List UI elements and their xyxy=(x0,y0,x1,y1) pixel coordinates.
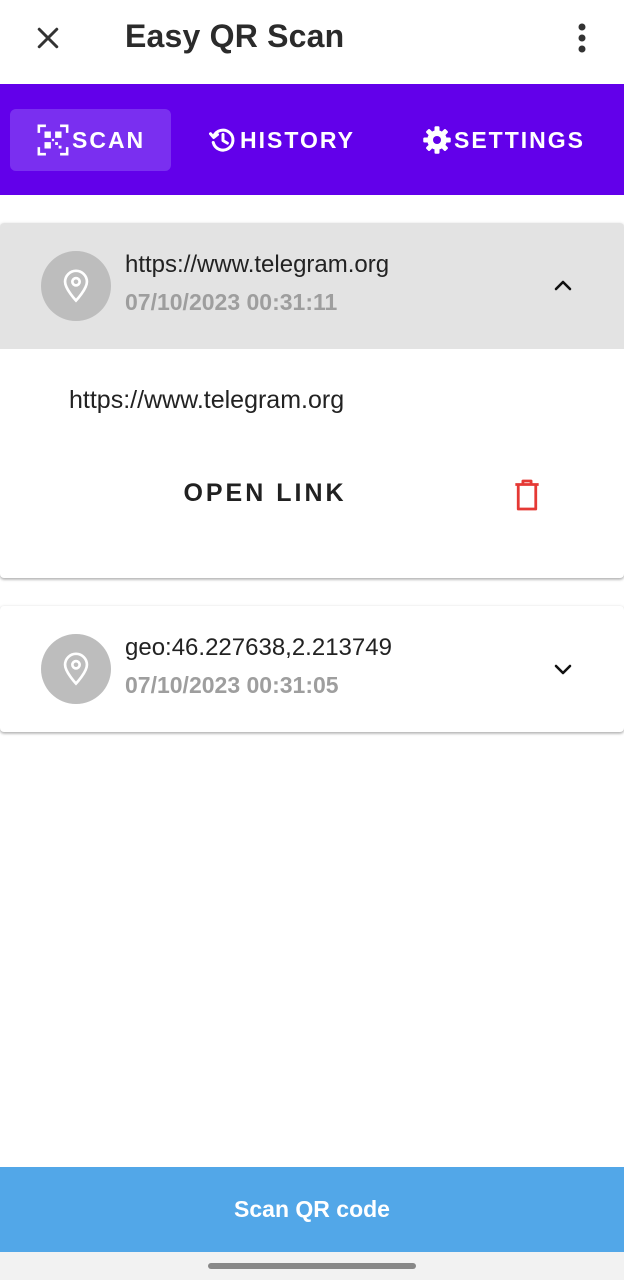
item-timestamp: 07/10/2023 00:31:05 xyxy=(125,672,339,698)
app-bar: Easy QR Scan xyxy=(0,0,624,84)
more-vert-icon xyxy=(578,23,586,53)
history-icon xyxy=(209,128,235,152)
tab-settings-label: SETTINGS xyxy=(454,126,586,153)
history-item-header[interactable]: https://www.telegram.org 07/10/2023 00:3… xyxy=(0,223,624,349)
history-item-collapsed: geo:46.227638,2.213749 07/10/2023 00:31:… xyxy=(0,606,624,732)
item-title: https://www.telegram.org xyxy=(125,251,390,278)
tab-history-label: HISTORY xyxy=(240,126,355,153)
gesture-handle[interactable] xyxy=(208,1263,416,1269)
item-timestamp: 07/10/2023 00:31:11 xyxy=(125,289,338,315)
app-title: Easy QR Scan xyxy=(125,18,345,54)
item-avatar xyxy=(41,251,111,321)
tab-scan[interactable]: SCAN xyxy=(10,109,171,171)
tab-scan-label: SCAN xyxy=(72,126,146,153)
history-item-expanded: https://www.telegram.org 07/10/2023 00:3… xyxy=(0,223,624,578)
item-title: geo:46.227638,2.213749 xyxy=(125,634,392,661)
collapse-button[interactable] xyxy=(539,262,587,310)
tab-settings[interactable]: SETTINGS xyxy=(422,109,602,171)
system-nav-bar xyxy=(0,1252,624,1280)
tab-bar: SCAN HISTORY SETTINGS xyxy=(0,84,624,195)
tab-history[interactable]: HISTORY xyxy=(208,109,368,171)
close-button[interactable] xyxy=(24,14,72,62)
gear-icon xyxy=(423,126,451,154)
chevron-up-icon xyxy=(554,280,572,291)
trash-icon xyxy=(515,479,539,511)
close-icon xyxy=(37,27,59,49)
item-detail-text: https://www.telegram.org xyxy=(69,386,345,414)
expand-button[interactable] xyxy=(539,645,587,693)
location-pin-icon xyxy=(63,269,89,303)
delete-button[interactable] xyxy=(503,471,551,519)
location-pin-icon xyxy=(63,652,89,686)
scan-qr-code-button[interactable]: Scan QR code xyxy=(0,1167,624,1252)
chevron-down-icon xyxy=(554,664,572,675)
history-item-header[interactable]: geo:46.227638,2.213749 07/10/2023 00:31:… xyxy=(0,606,624,732)
item-avatar xyxy=(41,634,111,704)
more-options-button[interactable] xyxy=(558,14,606,62)
qr-scan-icon xyxy=(37,124,69,156)
open-link-button[interactable]: OPEN LINK xyxy=(160,463,370,523)
